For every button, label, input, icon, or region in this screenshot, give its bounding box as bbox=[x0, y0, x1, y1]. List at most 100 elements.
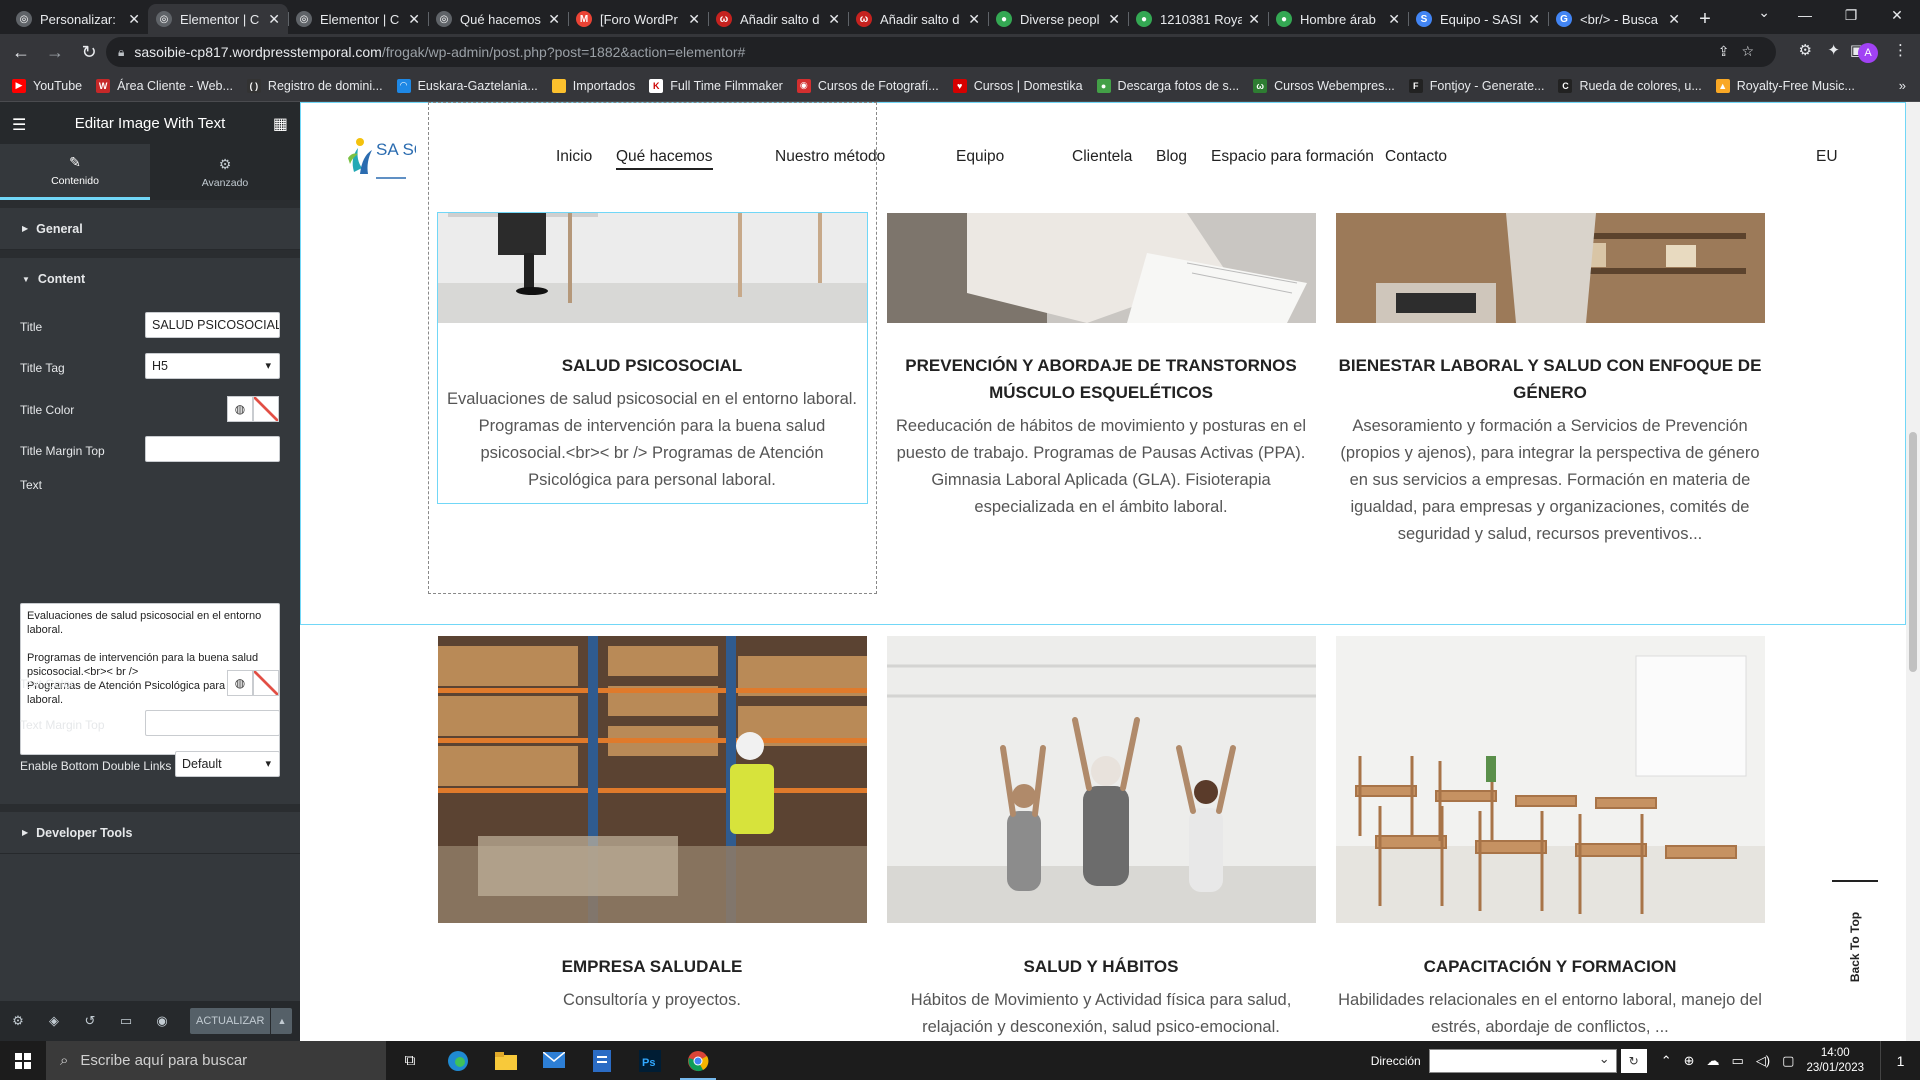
browser-tab[interactable]: ● Hombre árab ✕ bbox=[1268, 4, 1408, 34]
edge-icon[interactable] bbox=[434, 1041, 482, 1080]
title-tag-select[interactable]: H5 bbox=[145, 353, 280, 379]
share-bookmark-icons[interactable]: ⇪☆ bbox=[1718, 43, 1766, 60]
nav-language-eu[interactable]: EU bbox=[1816, 148, 1838, 166]
browser-tab[interactable]: M [Foro WordPr ✕ bbox=[568, 4, 708, 34]
bookmark-item[interactable]: Importados bbox=[551, 78, 635, 93]
mail-icon[interactable] bbox=[530, 1041, 578, 1080]
history-icon[interactable]: ↺ bbox=[82, 1013, 98, 1029]
more-bookmarks-icon[interactable]: » bbox=[1899, 78, 1906, 93]
browser-menu-icon[interactable]: ⋮ bbox=[1893, 41, 1908, 59]
bookmark-item[interactable]: ● Descarga fotos de s... bbox=[1096, 78, 1239, 93]
nav-item[interactable]: Blog bbox=[1156, 148, 1187, 166]
bookmark-item[interactable]: C Rueda de colores, u... bbox=[1558, 78, 1702, 93]
bookmark-item[interactable]: ω Cursos Webempres... bbox=[1253, 78, 1395, 93]
browser-tab[interactable]: ◎ Elementor | C ✕ bbox=[288, 4, 428, 34]
close-tab-icon[interactable]: ✕ bbox=[1108, 11, 1120, 28]
browser-tab[interactable]: ● 1210381 Roya ✕ bbox=[1128, 4, 1268, 34]
bookmark-item[interactable]: ♥ Cursos | Domestika bbox=[952, 78, 1083, 93]
close-tab-icon[interactable]: ✕ bbox=[1528, 11, 1540, 28]
close-window-icon[interactable]: ✕ bbox=[1874, 0, 1920, 30]
tab-advanced[interactable]: ⚙ Avanzado bbox=[150, 144, 300, 200]
close-tab-icon[interactable]: ✕ bbox=[548, 11, 560, 28]
browser-tab[interactable]: ω Añadir salto d ✕ bbox=[708, 4, 848, 34]
browser-tab[interactable]: ω Añadir salto d ✕ bbox=[848, 4, 988, 34]
bookmark-item[interactable]: ◉ Cursos de Fotografí... bbox=[796, 78, 939, 93]
tray-chevron-up-icon[interactable]: ⌃ bbox=[1661, 1053, 1672, 1069]
url-bar[interactable]: 🔒︎ sasoibie-cp817.wordpresstemporal.com /… bbox=[106, 37, 1776, 67]
minimize-icon[interactable]: — bbox=[1782, 0, 1828, 30]
scrollbar-thumb[interactable] bbox=[1909, 432, 1917, 672]
browser-tab[interactable]: ◎ Elementor | C ✕ bbox=[148, 4, 288, 34]
close-tab-icon[interactable]: ✕ bbox=[1248, 11, 1260, 28]
close-tab-icon[interactable]: ✕ bbox=[128, 11, 140, 28]
preview-eye-icon[interactable]: ◉ bbox=[154, 1013, 170, 1029]
navigator-layers-icon[interactable]: ◈ bbox=[46, 1013, 62, 1029]
network-icon[interactable]: ⊕ bbox=[1684, 1053, 1695, 1069]
volume-icon[interactable]: ◁) bbox=[1756, 1053, 1770, 1069]
bookmark-item[interactable]: ◠ Euskara-Gaztelania... bbox=[396, 78, 538, 93]
responsive-mode-icon[interactable]: ▭ bbox=[118, 1013, 134, 1029]
nav-item[interactable]: Contacto bbox=[1385, 148, 1447, 166]
title-input[interactable]: SALUD PSICOSOCIAL bbox=[145, 312, 280, 338]
bookmark-item[interactable]: K Full Time Filmmaker bbox=[649, 78, 783, 93]
file-explorer-icon[interactable] bbox=[482, 1041, 530, 1080]
restore-icon[interactable]: ❐ bbox=[1828, 0, 1874, 30]
bookmark-item[interactable]: W Área Cliente - Web... bbox=[96, 78, 233, 93]
display-icon[interactable]: ▢ bbox=[1782, 1053, 1794, 1069]
new-tab-button[interactable]: + bbox=[1688, 4, 1722, 34]
bookmark-item[interactable]: ▲ Royalty-Free Music... bbox=[1715, 78, 1855, 93]
update-button[interactable]: ACTUALIZAR bbox=[190, 1008, 271, 1034]
nav-item[interactable]: Espacio para formación bbox=[1211, 148, 1374, 166]
nav-item[interactable]: Inicio bbox=[556, 148, 592, 166]
update-options-caret-icon[interactable]: ▲ bbox=[270, 1008, 293, 1034]
close-tab-icon[interactable]: ✕ bbox=[268, 11, 280, 28]
direccion-refresh-icon[interactable]: ↻ bbox=[1620, 1048, 1647, 1073]
windows-start-icon[interactable] bbox=[0, 1041, 46, 1080]
browser-tab[interactable]: G <br/> - Busca ✕ bbox=[1548, 4, 1688, 34]
nav-item[interactable]: Nuestro método bbox=[775, 148, 885, 166]
nav-item[interactable]: Clientela bbox=[1072, 148, 1132, 166]
forward-arrow-icon[interactable]: → bbox=[38, 35, 72, 69]
notifications-icon[interactable]: 1 bbox=[1880, 1041, 1920, 1080]
close-tab-icon[interactable]: ✕ bbox=[968, 11, 980, 28]
hamburger-menu-icon[interactable]: ☰ bbox=[12, 115, 26, 135]
extension-gear-icon[interactable]: ⚙ bbox=[1799, 41, 1812, 59]
taskbar-clock[interactable]: 14:00 23/01/2023 bbox=[1806, 1046, 1864, 1076]
title-margin-input[interactable] bbox=[145, 436, 280, 462]
section-content[interactable]: ▼ Content bbox=[0, 258, 300, 300]
close-tab-icon[interactable]: ✕ bbox=[1388, 11, 1400, 28]
browser-tab[interactable]: ◎ Personalizar: ✕ bbox=[8, 4, 148, 34]
word-document-icon[interactable] bbox=[578, 1041, 626, 1080]
close-tab-icon[interactable]: ✕ bbox=[408, 11, 420, 28]
bookmark-item[interactable]: F Fontjoy - Generate... bbox=[1408, 78, 1544, 93]
direccion-input[interactable] bbox=[1428, 1048, 1617, 1073]
back-arrow-icon[interactable]: ← bbox=[4, 35, 38, 69]
preview-scrollbar[interactable] bbox=[1906, 102, 1920, 1041]
profile-avatar[interactable]: A bbox=[1858, 43, 1878, 63]
close-tab-icon[interactable]: ✕ bbox=[1668, 11, 1680, 28]
text-margin-input[interactable] bbox=[145, 710, 280, 736]
tab-content[interactable]: ✎ Contenido bbox=[0, 144, 150, 200]
back-to-top-link[interactable]: Back To Top bbox=[1832, 880, 1878, 1000]
global-colors-icon[interactable]: ◍ bbox=[227, 670, 253, 696]
close-tab-icon[interactable]: ✕ bbox=[688, 11, 700, 28]
tab-search-icon[interactable]: ⌄ bbox=[1758, 4, 1770, 21]
bookmark-item[interactable]: ▶ YouTube bbox=[12, 78, 82, 93]
battery-icon[interactable]: ▭ bbox=[1732, 1053, 1744, 1069]
section-developer-tools[interactable]: ▶ Developer Tools bbox=[0, 804, 300, 854]
title-color-swatch[interactable] bbox=[253, 396, 279, 422]
reload-icon[interactable]: ↻ bbox=[72, 35, 106, 69]
task-view-icon[interactable]: ⧉ bbox=[386, 1041, 434, 1080]
close-tab-icon[interactable]: ✕ bbox=[828, 11, 840, 28]
text-color-swatch[interactable] bbox=[253, 670, 279, 696]
section-general[interactable]: ▶ General bbox=[0, 208, 300, 250]
global-colors-icon[interactable]: ◍ bbox=[227, 396, 253, 422]
browser-tab[interactable]: ● Diverse peopl ✕ bbox=[988, 4, 1128, 34]
extensions-puzzle-icon[interactable]: ✦ bbox=[1827, 41, 1840, 59]
settings-icon[interactable]: ⚙ bbox=[10, 1013, 26, 1029]
bottom-links-select[interactable]: Default bbox=[175, 751, 280, 777]
taskbar-search-input[interactable]: ⌕ Escribe aquí para buscar bbox=[46, 1041, 386, 1080]
onedrive-cloud-icon[interactable]: ☁ bbox=[1707, 1053, 1720, 1069]
nav-item[interactable]: Qué hacemos bbox=[616, 148, 713, 170]
bookmark-item[interactable]: ( ) Registro de domini... bbox=[246, 78, 383, 93]
